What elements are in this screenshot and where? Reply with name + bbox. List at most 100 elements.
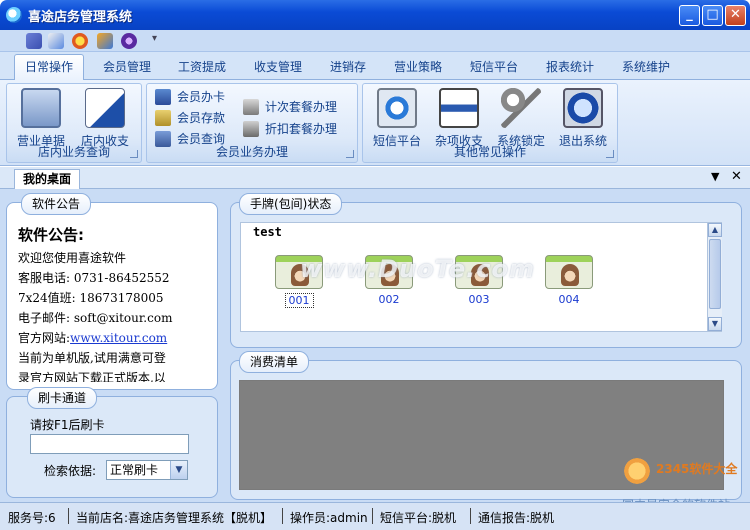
card-item[interactable]: 004 (544, 255, 594, 306)
close-tab-icon[interactable]: ✕ (731, 169, 742, 184)
discount-package-label: 折扣套餐办理 (265, 122, 338, 136)
chevron-down-icon[interactable]: ▼ (170, 461, 187, 479)
save-icon[interactable] (26, 33, 42, 49)
search-basis-value: 正常刷卡 (110, 463, 159, 477)
count-package-button[interactable]: 计次套餐办理 (241, 98, 337, 116)
dialog-launcher-icon[interactable] (130, 150, 138, 158)
store-finance-button[interactable]: 店内收支 (73, 88, 137, 149)
misc-finance-button[interactable]: 杂项收支 (427, 88, 491, 149)
key-icon (501, 88, 541, 128)
refresh-icon[interactable] (97, 33, 113, 49)
status-separator (372, 508, 373, 524)
group-store-query: 营业单据 店内收支 店内业务查询 (6, 83, 142, 163)
title-bar: 喜途店务管理系统 _ □ ✕ (0, 0, 750, 30)
tab-member[interactable]: 会员管理 (94, 57, 160, 77)
computer-icon (21, 88, 61, 128)
search-basis-label: 检索依据: (44, 464, 97, 478)
status-store: 当前店名:喜途店务管理系统【脱机】 (76, 511, 273, 525)
card-number: 004 (558, 293, 580, 306)
website-label: 官方网站: (18, 331, 71, 345)
member-card-button[interactable]: 会员办卡 (153, 88, 225, 106)
tab-salary[interactable]: 工资提成 (168, 57, 236, 77)
announcement-title: 软件公告 (21, 193, 92, 215)
announcement-line: 欢迎您使用喜途软件 (18, 251, 127, 265)
calculator-icon (243, 121, 259, 137)
search-basis-select[interactable]: 正常刷卡 ▼ (106, 460, 188, 480)
member-deposit-button[interactable]: 会员存款 (153, 109, 225, 127)
help-icon[interactable] (72, 33, 88, 49)
scroll-thumb[interactable] (709, 239, 721, 309)
group-title: 会员业务办理 (215, 145, 288, 159)
announcement-line: 录官方网站下载正式版本,以 (18, 371, 166, 382)
group-title: 店内业务查询 (37, 145, 110, 159)
power-icon (563, 88, 603, 128)
status-separator (470, 508, 471, 524)
card-icon (439, 88, 479, 128)
room-icon (545, 255, 593, 289)
tab-my-desktop[interactable]: 我的桌面 (14, 169, 81, 189)
swipe-prompt: 请按F1后刷卡 (30, 418, 105, 432)
app-icon (6, 7, 22, 23)
minimize-button[interactable]: _ (679, 5, 700, 26)
card-channel-title: 刷卡通道 (27, 387, 98, 409)
email-icon (377, 88, 417, 128)
coins-icon (155, 110, 171, 126)
print-icon[interactable] (48, 33, 64, 49)
close-button[interactable]: ✕ (725, 5, 746, 26)
card-group-label: test (253, 225, 282, 239)
dialog-launcher-icon[interactable] (346, 150, 354, 158)
window-title: 喜途店务管理系统 (28, 10, 133, 25)
tab-daily[interactable]: 日常操作 (14, 54, 84, 80)
watermark: www.DuoTe.com (300, 255, 535, 283)
group-other-ops: 短信平台 杂项收支 系统锁定 退出系统 其他常见操作 (362, 83, 618, 163)
consumption-title: 消费清单 (239, 351, 310, 373)
announcement-line: 电子邮件: soft@xitour.com (18, 311, 173, 325)
tab-strategy[interactable]: 营业策略 (384, 57, 452, 77)
card-number: 003 (468, 293, 490, 306)
status-separator (68, 508, 69, 524)
logo-text: 2345软件大全 (656, 462, 738, 476)
count-package-label: 计次套餐办理 (265, 100, 338, 114)
announcement-line: 当前为单机版,试用满意可登 (18, 351, 166, 365)
scroll-up-icon[interactable]: ▲ (708, 223, 722, 237)
announcement-line: 客服电话: 0731-86452552 (18, 271, 170, 285)
customize-dropdown-icon[interactable]: ▾ (152, 33, 157, 44)
discount-package-button[interactable]: 折扣套餐办理 (241, 120, 337, 138)
tab-sms[interactable]: 短信平台 (460, 57, 528, 77)
tab-inventory[interactable]: 进销存 (320, 57, 376, 77)
status-bar: 服务号:6 当前店名:喜途店务管理系统【脱机】 操作员:admin 短信平台:脱… (0, 502, 750, 530)
member-deposit-label: 会员存款 (177, 111, 226, 125)
exit-system-button[interactable]: 退出系统 (551, 88, 615, 149)
website-link[interactable]: www.xitour.com (70, 331, 167, 345)
sms-platform-button[interactable]: 短信平台 (365, 88, 429, 149)
scroll-down-icon[interactable]: ▼ (708, 317, 722, 331)
maximize-button[interactable]: □ (702, 5, 723, 26)
announcement-line: 7x24值班: 18673178005 (18, 291, 164, 305)
logo-icon (622, 456, 652, 486)
card-input[interactable] (30, 434, 189, 454)
tab-maintenance[interactable]: 系统维护 (612, 57, 680, 77)
card-number: 001 (284, 293, 314, 308)
status-operator: 操作员:admin (290, 511, 368, 525)
status-report: 通信报告:脱机 (478, 511, 555, 525)
system-lock-button[interactable]: 系统锁定 (489, 88, 553, 149)
announcement-body: 软件公告: 欢迎您使用喜途软件 客服电话: 0731-86452552 7x24… (18, 222, 214, 382)
ribbon: 营业单据 店内收支 店内业务查询 会员办卡 会员存款 会员查询 计次套餐办理 折… (0, 80, 750, 166)
ribbon-tabs: 日常操作 会员管理 工资提成 收支管理 进销存 营业策略 短信平台 报表统计 系… (0, 52, 750, 80)
card-icon (155, 89, 171, 105)
tab-finance[interactable]: 收支管理 (244, 57, 312, 77)
card-list-scrollbar[interactable]: ▲ ▼ (707, 223, 722, 331)
document-icon (85, 88, 125, 128)
group-title: 其他常见操作 (453, 145, 526, 159)
tab-reports[interactable]: 报表统计 (536, 57, 604, 77)
status-service: 服务号:6 (8, 511, 56, 525)
status-sms: 短信平台:脱机 (380, 511, 457, 525)
info-icon[interactable] (121, 33, 137, 49)
person-icon (561, 264, 579, 286)
card-status-title: 手牌(包间)状态 (239, 193, 343, 215)
website-row: 官方网站:www.xitour.com (18, 328, 214, 348)
sales-receipts-button[interactable]: 营业单据 (9, 88, 73, 149)
menu-dropdown-icon[interactable]: ▼ (711, 170, 719, 183)
quick-access-toolbar: ▾ (0, 30, 750, 52)
dialog-launcher-icon[interactable] (606, 150, 614, 158)
